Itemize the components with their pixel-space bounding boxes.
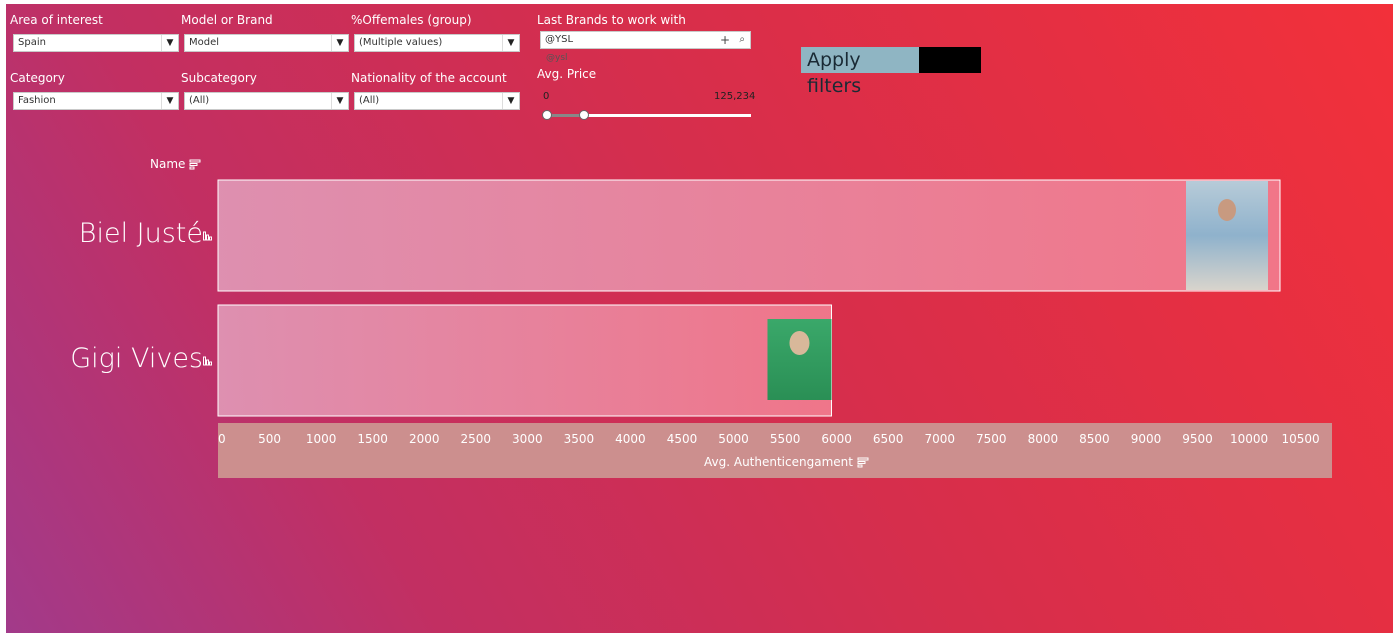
- x-tick-label: 9500: [1182, 432, 1213, 446]
- x-tick-label: 5000: [718, 432, 749, 446]
- profile-photo-1: [1186, 181, 1268, 290]
- x-tick-label: 1500: [357, 432, 388, 446]
- bar-2[interactable]: [217, 304, 832, 417]
- x-tick-label: 6500: [873, 432, 904, 446]
- bar-1[interactable]: [217, 179, 1281, 292]
- profile-photo-figure-1: [1218, 199, 1236, 221]
- x-tick-label: 10000: [1230, 432, 1268, 446]
- x-tick-label: 2500: [460, 432, 491, 446]
- x-tick-label: 3000: [512, 432, 543, 446]
- x-tick-label: 9000: [1131, 432, 1162, 446]
- x-tick-label: 5500: [770, 432, 801, 446]
- x-tick-label: 4000: [615, 432, 646, 446]
- bar-chart: 0 500 1000 1500 2000 2500 3000 3500 4000 4500 5000…: [217, 179, 1320, 446]
- x-tick-label: 0: [218, 432, 226, 446]
- x-tick-label: 6000: [821, 432, 852, 446]
- x-tick-label: 2000: [409, 432, 440, 446]
- x-tick-label: 7000: [924, 432, 955, 446]
- profile-photo-figure-2: [789, 331, 810, 355]
- x-tick-label: 3500: [564, 432, 595, 446]
- x-tick-label: 1000: [306, 432, 337, 446]
- x-tick-label: 4500: [667, 432, 698, 446]
- x-tick-label: 8500: [1079, 432, 1110, 446]
- dashboard: Area of interest Spain ▼ Model or Brand …: [6, 4, 1393, 633]
- x-tick-label: 10500: [1282, 432, 1320, 446]
- x-tick-label: 8000: [1028, 432, 1059, 446]
- x-tick-label: 7500: [976, 432, 1007, 446]
- x-tick-label: 500: [258, 432, 281, 446]
